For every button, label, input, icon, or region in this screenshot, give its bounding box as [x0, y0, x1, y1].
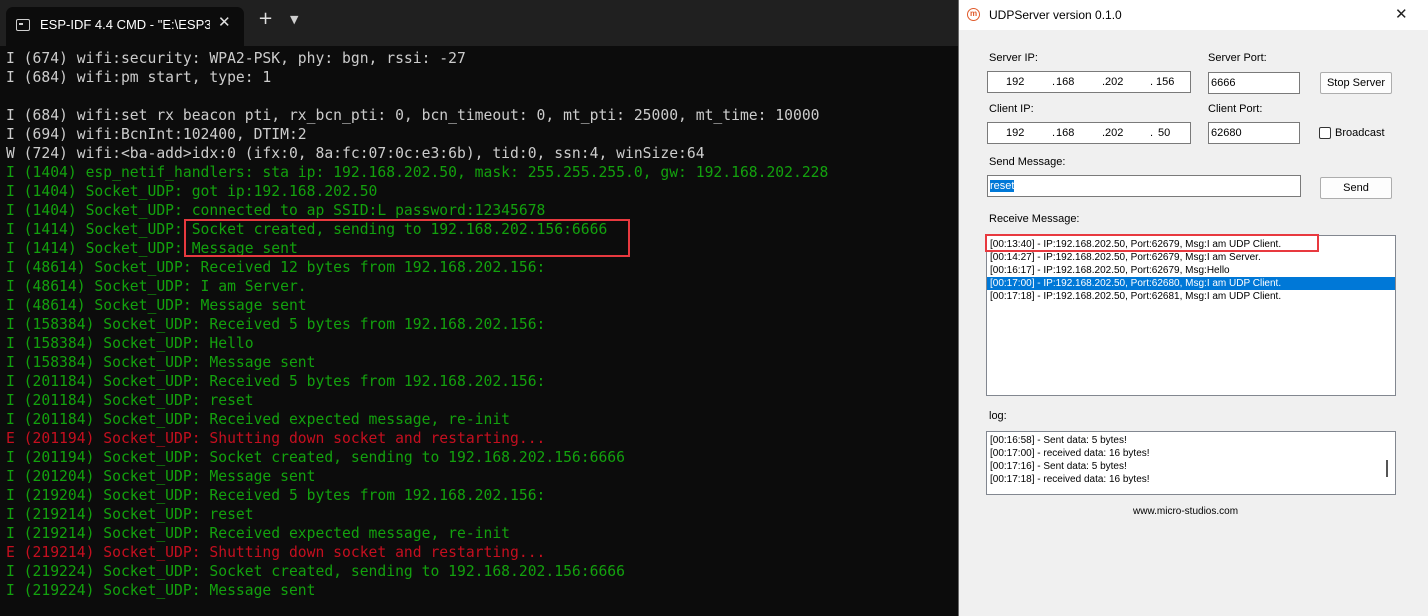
terminal-line: I (158384) Socket_UDP: Hello — [6, 335, 254, 352]
ip-dot: . — [1150, 127, 1154, 139]
receive-message-label: Receive Message: — [989, 213, 1080, 225]
server-ip-label: Server IP: — [989, 52, 1038, 64]
log-label: log: — [989, 410, 1007, 422]
terminal-line: I (219214) Socket_UDP: reset — [6, 506, 254, 523]
title-bar: m UDPServer version 0.1.0 ✕ — [959, 0, 1428, 30]
client-ip-octet-3: 202 — [1105, 127, 1124, 139]
terminal-line: I (1404) Socket_UDP: connected to ap SSI… — [6, 202, 546, 219]
client-ip-octet-1: 192 — [1006, 127, 1025, 139]
close-window-button[interactable]: ✕ — [1395, 5, 1408, 23]
stop-server-button[interactable]: Stop Server — [1320, 72, 1392, 94]
ip-dot: . — [1052, 76, 1056, 88]
close-tab-icon[interactable]: ✕ — [218, 13, 231, 31]
server-ip-octet-1: 192 — [1006, 76, 1025, 88]
terminal-line: I (48614) Socket_UDP: Message sent — [6, 297, 307, 314]
terminal-line: I (158384) Socket_UDP: Message sent — [6, 354, 316, 371]
server-ip-field[interactable]: 192 . 168 . 202 . 156 — [987, 71, 1191, 93]
terminal-line: I (219224) Socket_UDP: Message sent — [6, 582, 316, 599]
terminal-line: I (694) wifi:BcnInt:102400, DTIM:2 — [6, 126, 307, 143]
terminal-highlight-box — [184, 219, 630, 257]
client-ip-field[interactable]: 192 . 168 . 202 . 50 — [987, 122, 1191, 144]
terminal-tab-bar: ESP-IDF 4.4 CMD - "E:\ESP32_S ✕ + ▼ — [0, 0, 960, 46]
receive-message-list[interactable]: [00:13:40] - IP:192.168.202.50, Port:626… — [986, 235, 1396, 396]
terminal-tab[interactable]: ESP-IDF 4.4 CMD - "E:\ESP32_S ✕ — [6, 7, 244, 46]
app-logo-icon: m — [967, 8, 980, 21]
terminal-line: I (201184) Socket_UDP: reset — [6, 392, 254, 409]
terminal-line: I (201204) Socket_UDP: Message sent — [6, 468, 316, 485]
terminal-line: I (1404) Socket_UDP: got ip:192.168.202.… — [6, 183, 378, 200]
terminal-output: I (674) wifi:security: WPA2-PSK, phy: bg… — [6, 49, 828, 600]
client-ip-octet-2: 168 — [1056, 127, 1075, 139]
terminal-line: I (684) wifi:pm start, type: 1 — [6, 69, 272, 86]
received-message-item[interactable]: [00:17:18] - IP:192.168.202.50, Port:626… — [987, 290, 1395, 303]
send-message-label: Send Message: — [989, 156, 1066, 168]
terminal-line: I (684) wifi:set rx beacon pti, rx_bcn_p… — [6, 107, 820, 124]
broadcast-label: Broadcast — [1335, 127, 1385, 139]
send-message-selected-text: reset — [990, 180, 1015, 192]
received-highlight-box — [985, 234, 1319, 252]
terminal-line: I (201194) Socket_UDP: Socket created, s… — [6, 449, 625, 466]
received-message-item[interactable]: [00:16:17] - IP:192.168.202.50, Port:626… — [987, 264, 1395, 277]
terminal-line: I (48614) Socket_UDP: Received 12 bytes … — [6, 259, 546, 276]
terminal-line: I (201184) Socket_UDP: Received expected… — [6, 411, 511, 428]
terminal-tab-title: ESP-IDF 4.4 CMD - "E:\ESP32_S — [40, 17, 210, 32]
server-port-input[interactable]: 6666 — [1208, 72, 1300, 94]
log-list[interactable]: [00:16:58] - Sent data: 5 bytes! [00:17:0… — [986, 431, 1396, 495]
terminal-line: I (48614) Socket_UDP: I am Server. — [6, 278, 307, 295]
send-button[interactable]: Send — [1320, 177, 1392, 199]
log-scrollbar[interactable] — [1386, 460, 1388, 477]
terminal-line: I (674) wifi:security: WPA2-PSK, phy: bg… — [6, 50, 466, 67]
terminal-line: I (219224) Socket_UDP: Socket created, s… — [6, 563, 625, 580]
terminal-line: E (201194) Socket_UDP: Shutting down soc… — [6, 430, 546, 447]
client-port-input[interactable]: 62680 — [1208, 122, 1300, 144]
tab-dropdown-icon[interactable]: ▼ — [290, 13, 298, 26]
log-item: [00:17:16] - Sent data: 5 bytes! — [990, 461, 1127, 472]
server-port-label: Server Port: — [1208, 52, 1267, 64]
log-item: [00:17:00] - received data: 16 bytes! — [990, 448, 1150, 459]
client-port-label: Client Port: — [1208, 103, 1263, 115]
terminal-line: I (219214) Socket_UDP: Received expected… — [6, 525, 511, 542]
log-item: [00:17:18] - received data: 16 bytes! — [990, 474, 1150, 485]
terminal-line: I (201184) Socket_UDP: Received 5 bytes … — [6, 373, 546, 390]
broadcast-checkbox[interactable] — [1319, 127, 1331, 139]
server-ip-octet-3: 202 — [1105, 76, 1124, 88]
received-message-item[interactable]: [00:14:27] - IP:192.168.202.50, Port:626… — [987, 251, 1395, 264]
client-ip-label: Client IP: — [989, 103, 1034, 115]
send-message-input[interactable]: reset — [987, 175, 1301, 197]
terminal-line: I (1404) esp_netif_handlers: sta ip: 192… — [6, 164, 829, 181]
received-message-item[interactable]: [00:17:00] - IP:192.168.202.50, Port:626… — [987, 277, 1395, 290]
footer-link[interactable]: www.micro-studios.com — [1133, 506, 1238, 517]
terminal-icon — [16, 19, 30, 31]
client-ip-octet-4: 50 — [1158, 127, 1171, 139]
terminal-line: I (158384) Socket_UDP: Received 5 bytes … — [6, 316, 546, 333]
terminal-line: I (219204) Socket_UDP: Received 5 bytes … — [6, 487, 546, 504]
server-ip-octet-4: 156 — [1156, 76, 1175, 88]
log-item: [00:16:58] - Sent data: 5 bytes! — [990, 435, 1127, 446]
terminal-window: ESP-IDF 4.4 CMD - "E:\ESP32_S ✕ + ▼ I (6… — [0, 0, 960, 616]
new-tab-button[interactable]: + — [258, 10, 273, 28]
terminal-line: E (219214) Socket_UDP: Shutting down soc… — [6, 544, 546, 561]
udpserver-window: m UDPServer version 0.1.0 ✕ Server IP: 1… — [958, 0, 1428, 616]
window-title: UDPServer version 0.1.0 — [989, 8, 1122, 22]
server-ip-octet-2: 168 — [1056, 76, 1075, 88]
ip-dot: . — [1052, 127, 1056, 139]
ip-dot: . — [1150, 76, 1154, 88]
terminal-line: W (724) wifi:<ba-add>idx:0 (ifx:0, 8a:fc… — [6, 145, 705, 162]
